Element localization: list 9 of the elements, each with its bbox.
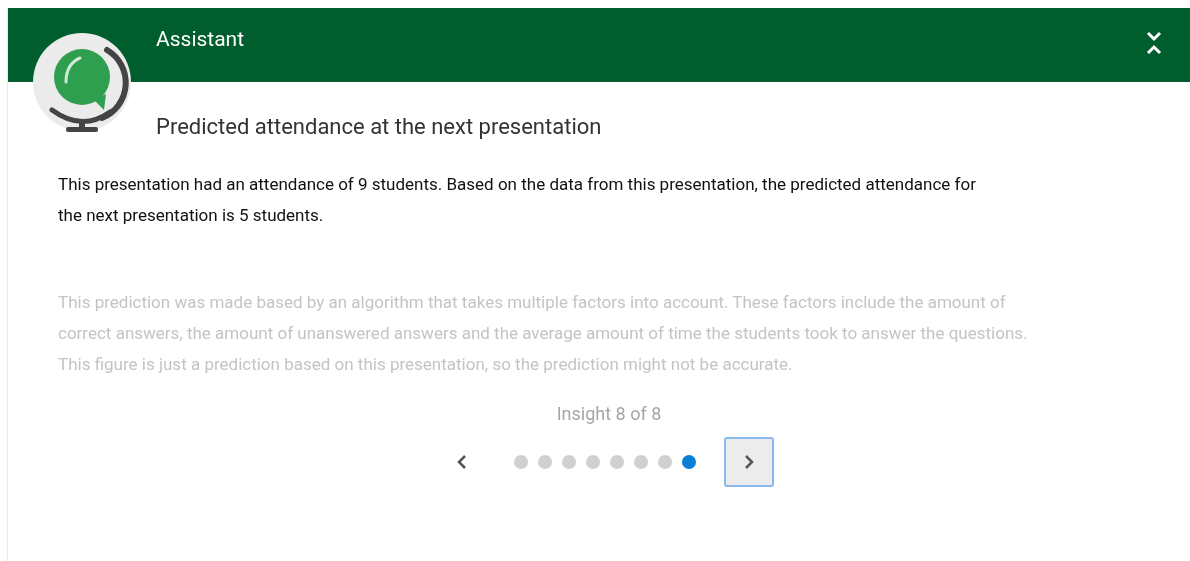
insight-title: Predicted attendance at the next presentation [156, 113, 603, 141]
insight-note: This prediction was made based by an algorithm that takes multiple factors into account. These factors include the amount of correct answers, the amount of unanswered answers and the average amount of time the students took to answer the questions. This figure is just a prediction based on this presentation, so the prediction might not be accurate. [58, 291, 1029, 376]
chevron-right-icon [744, 454, 754, 470]
chevron-left-icon [457, 454, 467, 470]
insight-counter: Insight 8 of 8 [556, 402, 662, 426]
collapse-icon [1146, 30, 1162, 56]
header-title: Assistant [156, 26, 245, 54]
next-button[interactable] [724, 437, 774, 487]
insight-summary: This presentation had an attendance of 9 students. Based on the data from this presentation, the predicted attendance for the next presentation is 5 students. [58, 173, 977, 227]
